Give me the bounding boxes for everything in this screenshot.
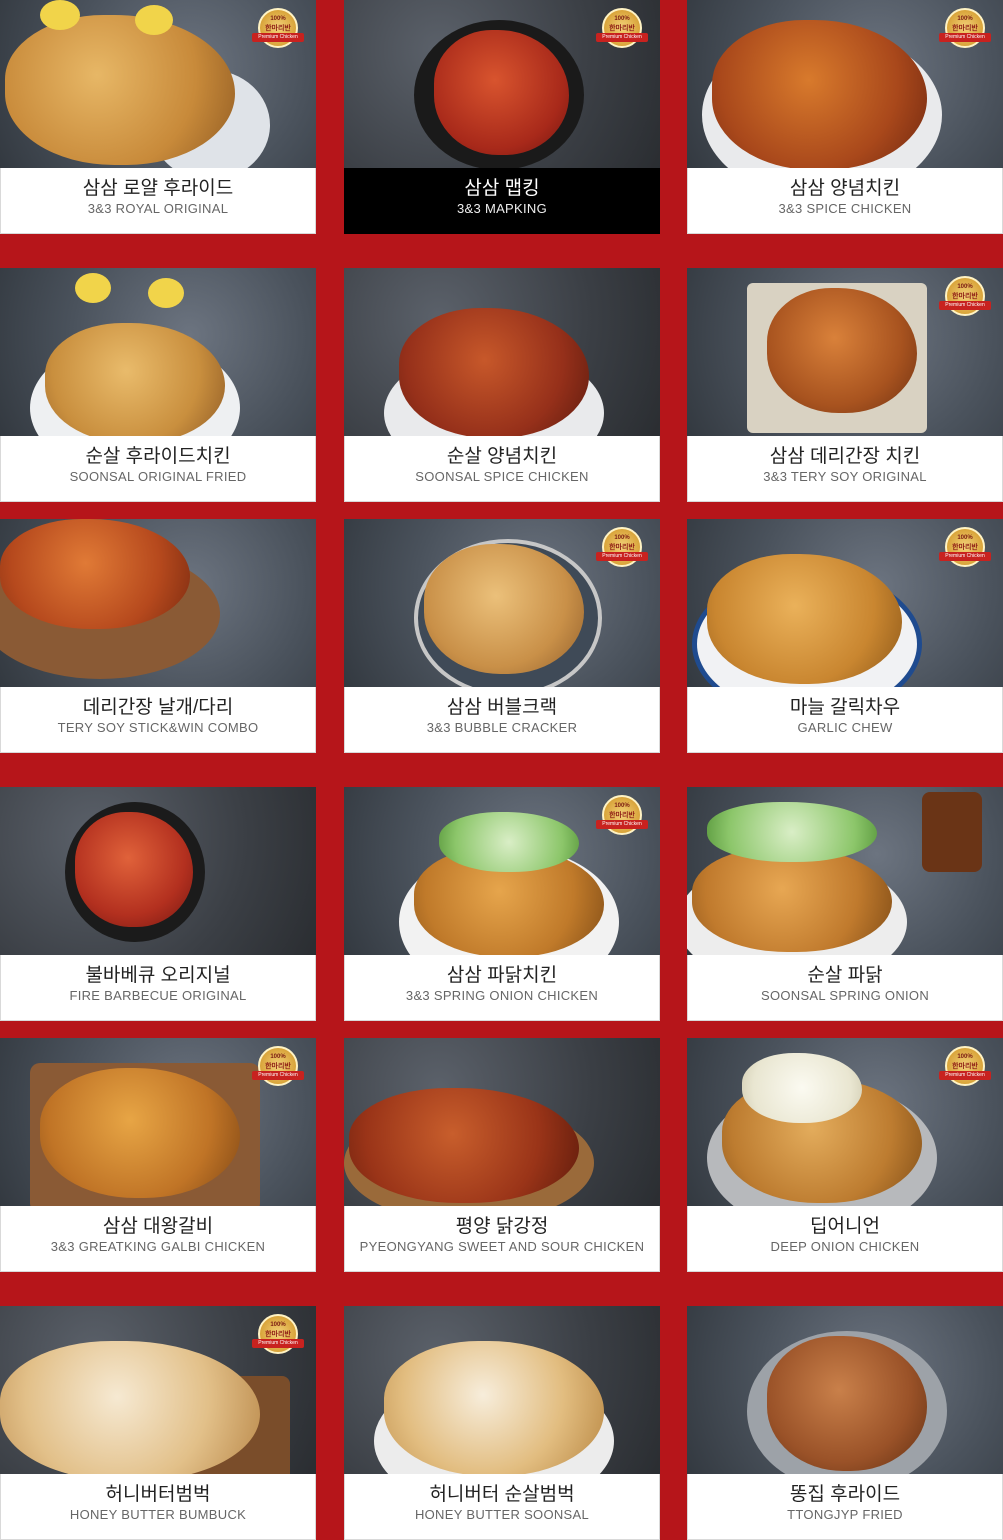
menu-card-bubble-cracker[interactable]: 100% 한마리반 Premium Chicken 삼삼 버블크랙 3&3 BUBB… [344,519,660,753]
menu-name-kr: 평양 닭강정 [455,1216,549,1237]
menu-caption: 삼삼 로얄 후라이드 3&3 ROYAL ORIGINAL [0,168,316,234]
menu-name-kr: 순살 후라이드치킨 [85,446,231,467]
menu-card-royal-original[interactable]: 100% 한마리반 Premium Chicken 삼삼 로얄 후라이드 3&3 R… [0,0,316,234]
menu-caption: 허니버터범벅 HONEY BUTTER BUMBUCK [0,1474,316,1540]
menu-caption: 순살 후라이드치킨 SOONSAL ORIGINAL FRIED [0,436,316,502]
premium-badge-icon: 100% 한마리반 Premium Chicken [596,795,648,835]
menu-name-en: GARLIC CHEW [797,720,893,735]
menu-name-kr: 불바베큐 오리지널 [85,965,231,986]
premium-badge-icon: 100% 한마리반 Premium Chicken [252,8,304,48]
menu-name-en: 3&3 GREATKING GALBI CHICKEN [50,1239,266,1254]
food-photo [0,519,316,687]
menu-card-spice-chicken[interactable]: 100% 한마리반 Premium Chicken 삼삼 양념치킨 3&3 SPIC… [687,0,1003,234]
menu-name-kr: 삼삼 맵킹 [464,178,540,199]
menu-name-en: 3&3 SPRING ONION CHICKEN [405,988,599,1003]
premium-badge-icon: 100% 한마리반 Premium Chicken [939,8,991,48]
menu-name-kr: 데리간장 날개/다리 [82,697,234,718]
menu-card-greatking-galbi[interactable]: 100% 한마리반 Premium Chicken 삼삼 대왕갈비 3&3 GREA… [0,1038,316,1272]
menu-caption: 삼삼 대왕갈비 3&3 GREATKING GALBI CHICKEN [0,1206,316,1272]
food-photo [344,268,660,436]
menu-name-kr: 삼삼 데리간장 치킨 [769,446,921,467]
menu-name-kr: 똥집 후라이드 [789,1484,901,1505]
menu-name-en: PYEONGYANG SWEET AND SOUR CHICKEN [359,1239,645,1254]
menu-name-en: HONEY BUTTER BUMBUCK [69,1507,247,1522]
menu-name-en: 3&3 BUBBLE CRACKER [426,720,578,735]
menu-name-en: 3&3 SPICE CHICKEN [778,201,912,216]
premium-badge-icon: 100% 한마리반 Premium Chicken [252,1314,304,1354]
menu-caption: 삼삼 데리간장 치킨 3&3 TERY SOY ORIGINAL [687,436,1003,502]
menu-card-spring-onion[interactable]: 100% 한마리반 Premium Chicken 삼삼 파닭치킨 3&3 SPRI… [344,787,660,1021]
food-photo [687,787,1003,955]
menu-card-honey-butter-bumbuck[interactable]: 100% 한마리반 Premium Chicken 허니버터범벅 HONEY BUT… [0,1306,316,1540]
menu-card-honey-butter-soonsal[interactable]: 허니버터 순살범벅 HONEY BUTTER SOONSAL [344,1306,660,1540]
menu-card-soonsal-spring-onion[interactable]: 순살 파닭 SOONSAL SPRING ONION [687,787,1003,1021]
menu-name-kr: 마늘 갈릭차우 [789,697,901,718]
menu-caption: 마늘 갈릭차우 GARLIC CHEW [687,687,1003,753]
premium-badge-icon: 100% 한마리반 Premium Chicken [939,527,991,567]
premium-badge-icon: 100% 한마리반 Premium Chicken [596,527,648,567]
menu-card-pyeongyang[interactable]: 평양 닭강정 PYEONGYANG SWEET AND SOUR CHICKEN [344,1038,660,1272]
menu-name-kr: 순살 양념치킨 [446,446,558,467]
premium-badge-icon: 100% 한마리반 Premium Chicken [252,1046,304,1086]
food-photo [344,1038,660,1206]
food-photo [344,1306,660,1474]
premium-badge-icon: 100% 한마리반 Premium Chicken [596,8,648,48]
menu-card-tery-soy-original[interactable]: 100% 한마리반 Premium Chicken 삼삼 데리간장 치킨 3&3 T… [687,268,1003,502]
menu-name-kr: 허니버터범벅 [105,1484,211,1505]
menu-card-deep-onion[interactable]: 100% 한마리반 Premium Chicken 딥어니언 DEEP ONION … [687,1038,1003,1272]
menu-name-en: SOONSAL SPICE CHICKEN [415,469,589,484]
menu-caption: 똥집 후라이드 TTONGJYP FRIED [687,1474,1003,1540]
menu-caption: 삼삼 파닭치킨 3&3 SPRING ONION CHICKEN [344,955,660,1021]
menu-name-kr: 순살 파닭 [807,965,883,986]
menu-name-en: HONEY BUTTER SOONSAL [414,1507,590,1522]
menu-card-ttongjyp-fried[interactable]: 똥집 후라이드 TTONGJYP FRIED [687,1306,1003,1540]
menu-name-en: TTONGJYP FRIED [787,1507,903,1522]
menu-card-garlic-chew[interactable]: 100% 한마리반 Premium Chicken 마늘 갈릭차우 GARLIC C… [687,519,1003,753]
food-photo [0,268,316,436]
menu-caption: 순살 양념치킨 SOONSAL SPICE CHICKEN [344,436,660,502]
menu-card-soonsal-spice[interactable]: 순살 양념치킨 SOONSAL SPICE CHICKEN [344,268,660,502]
menu-caption: 데리간장 날개/다리 TERY SOY STICK&WIN COMBO [0,687,316,753]
menu-caption: 평양 닭강정 PYEONGYANG SWEET AND SOUR CHICKEN [344,1206,660,1272]
menu-caption: 삼삼 맵킹 3&3 MAPKING [344,168,660,234]
menu-caption: 순살 파닭 SOONSAL SPRING ONION [687,955,1003,1021]
menu-name-en: 3&3 MAPKING [457,201,547,216]
menu-name-en: SOONSAL ORIGINAL FRIED [69,469,247,484]
food-photo [687,1306,1003,1474]
menu-name-kr: 삼삼 파닭치킨 [446,965,558,986]
menu-name-en: TERY SOY STICK&WIN COMBO [57,720,259,735]
menu-card-tery-soy-combo[interactable]: 데리간장 날개/다리 TERY SOY STICK&WIN COMBO [0,519,316,753]
menu-caption: 불바베큐 오리지널 FIRE BARBECUE ORIGINAL [0,955,316,1021]
menu-name-kr: 허니버터 순살범벅 [429,1484,575,1505]
menu-caption: 삼삼 버블크랙 3&3 BUBBLE CRACKER [344,687,660,753]
menu-caption: 삼삼 양념치킨 3&3 SPICE CHICKEN [687,168,1003,234]
food-photo [0,787,316,955]
menu-name-kr: 삼삼 버블크랙 [446,697,558,718]
menu-caption: 딥어니언 DEEP ONION CHICKEN [687,1206,1003,1272]
menu-name-kr: 딥어니언 [810,1216,880,1237]
menu-name-kr: 삼삼 양념치킨 [789,178,901,199]
menu-card-fire-barbecue[interactable]: 불바베큐 오리지널 FIRE BARBECUE ORIGINAL [0,787,316,1021]
menu-name-kr: 삼삼 로얄 후라이드 [82,178,234,199]
menu-name-en: FIRE BARBECUE ORIGINAL [69,988,247,1003]
menu-caption: 허니버터 순살범벅 HONEY BUTTER SOONSAL [344,1474,660,1540]
menu-name-en: DEEP ONION CHICKEN [770,1239,920,1254]
menu-card-soonsal-original[interactable]: 순살 후라이드치킨 SOONSAL ORIGINAL FRIED [0,268,316,502]
menu-name-en: SOONSAL SPRING ONION [760,988,930,1003]
menu-card-mapking[interactable]: 100% 한마리반 Premium Chicken 삼삼 맵킹 3&3 MAPKIN… [344,0,660,234]
premium-badge-icon: 100% 한마리반 Premium Chicken [939,1046,991,1086]
menu-name-en: 3&3 TERY SOY ORIGINAL [763,469,927,484]
premium-badge-icon: 100% 한마리반 Premium Chicken [939,276,991,316]
menu-name-kr: 삼삼 대왕갈비 [102,1216,214,1237]
menu-name-en: 3&3 ROYAL ORIGINAL [87,201,229,216]
